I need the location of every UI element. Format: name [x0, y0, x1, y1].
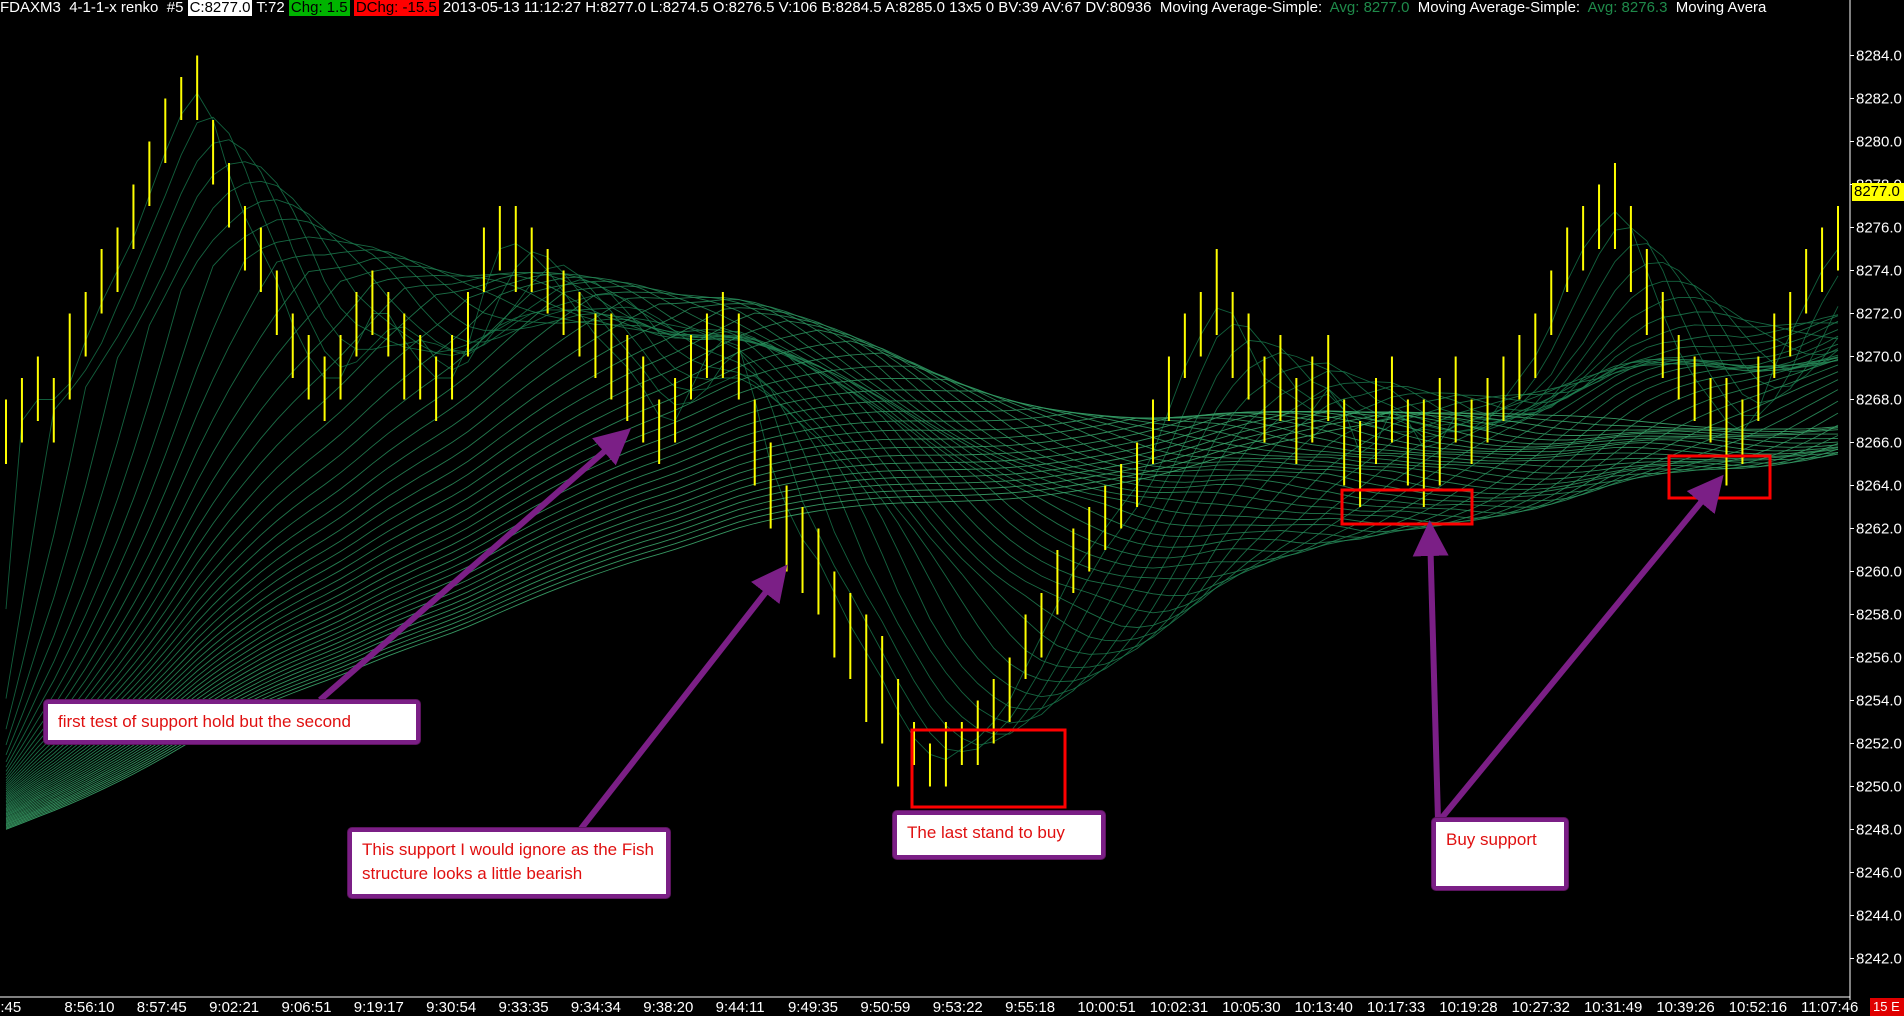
annotation-last-stand-text: The last stand to buy [907, 823, 1065, 842]
time-tick-label: 10:05:30 [1222, 999, 1280, 1016]
ohlc-readout: H:8277.0 L:8274.5 O:8276.5 V:106 B:8284.… [585, 0, 1152, 16]
price-tick-label: 8252.0 [1856, 736, 1902, 753]
datetime: 2013-05-13 11:12:27 [442, 0, 582, 16]
time-tick-label: 9:19:17 [354, 999, 404, 1016]
annotation-ignore-text: This support I would ignore as the Fish … [362, 840, 654, 883]
ma-line [5, 92, 1839, 761]
time-tick-label: 8:57:45 [137, 999, 187, 1016]
time-tick-label: 9:30:54 [426, 999, 476, 1016]
ma-line [5, 411, 1839, 828]
chart-settings: 4-1-1-x renko [69, 0, 159, 16]
symbol: FDAXM3 [0, 0, 61, 16]
annotation-arrows [318, 428, 1724, 832]
annotation-ignore[interactable]: This support I would ignore as the Fish … [348, 828, 670, 898]
time-tick-label: 10:13:40 [1295, 999, 1353, 1016]
price-tick-label: 8256.0 [1856, 650, 1902, 667]
annotation-buy-support[interactable]: Buy support [1432, 818, 1568, 890]
ma-line [5, 139, 1839, 746]
price-tick-label: 8274.0 [1856, 263, 1902, 280]
price-tick-label: 8268.0 [1856, 392, 1902, 409]
time-tick-label: 10:39:26 [1656, 999, 1714, 1016]
time-tick-label: 9:33:35 [499, 999, 549, 1016]
ma-line [5, 412, 1839, 830]
time-tick-label: 10:52:16 [1729, 999, 1787, 1016]
time-tick-label: 5:45 [0, 999, 21, 1016]
ma-line [5, 415, 1839, 818]
time-tick-label: 9:53:22 [933, 999, 983, 1016]
time-tick-label: 9:06:51 [281, 999, 331, 1016]
time-tick-label: 9:34:34 [571, 999, 621, 1016]
last-price-marker: 8277.0 [1852, 183, 1904, 201]
ma2-value: Avg: 8276.3 [1587, 0, 1668, 16]
price-tick-label: 8266.0 [1856, 435, 1902, 452]
time-tick-label: 9:49:35 [788, 999, 838, 1016]
price-tick-label: 8246.0 [1856, 865, 1902, 882]
dchg-box: DChg: -15.5 [353, 0, 439, 16]
price-tick-label: 8270.0 [1856, 349, 1902, 366]
price-tick-label: 8264.0 [1856, 478, 1902, 495]
price-tick-label: 8244.0 [1856, 908, 1902, 925]
time-tick-label: 11:07:46 [1801, 999, 1858, 1016]
price-tick-label: 8262.0 [1856, 521, 1902, 538]
price-tick-label: 8248.0 [1856, 822, 1902, 839]
ma3-label: Moving Avera [1675, 0, 1767, 16]
time-tick-label: 10:00:51 [1077, 999, 1135, 1016]
time-tick-label: 9:44:11 [716, 999, 765, 1016]
ma1-label: Moving Average-Simple: [1159, 0, 1323, 16]
close-box: C:8277.0 [187, 0, 253, 16]
price-tick-label: 8260.0 [1856, 564, 1902, 581]
time-tick-label: 10:31:49 [1584, 999, 1642, 1016]
price-tick-label: 8276.0 [1856, 220, 1902, 237]
arrow-ignore [577, 564, 788, 832]
chg-box: Chg: 1.5 [288, 0, 350, 16]
annotation-first-test[interactable]: first test of support hold but the secon… [44, 700, 420, 744]
time-tick-label: 10:17:33 [1367, 999, 1425, 1016]
time-axis: 5:45 8:56:10 8:57:45 9:02:21 9:06:51 9:19:17 9… [0, 999, 1858, 1016]
highlight-box-buy-2 [1667, 454, 1772, 500]
ma-line [5, 414, 1839, 820]
price-tick-label: 8284.0 [1856, 48, 1902, 65]
time-tick-label: 9:38:20 [643, 999, 693, 1016]
price-tick-label: 8254.0 [1856, 693, 1902, 710]
annotation-buy-support-text: Buy support [1446, 830, 1537, 849]
arrow-first-test [318, 428, 632, 703]
bar-index: #5 [166, 0, 184, 16]
arrow-buy-2 [1437, 474, 1724, 822]
ticks: T:72 [256, 0, 285, 16]
arrow-buy-1 [1412, 520, 1449, 821]
time-tick-label: 9:02:21 [209, 999, 259, 1016]
ma-line [5, 412, 1839, 821]
time-tick-label: 10:27:32 [1512, 999, 1570, 1016]
corner-badge: 15 E [1870, 998, 1904, 1016]
time-tick-label: 10:19:28 [1439, 999, 1497, 1016]
ma1-value: Avg: 8277.0 [1329, 0, 1410, 16]
price-tick-label: 8272.0 [1856, 306, 1902, 323]
time-tick-label: 9:50:59 [860, 999, 910, 1016]
ma2-label: Moving Average-Simple: [1417, 0, 1581, 16]
axes: 8284.08282.08280.08278.08276.08274.08272… [0, 0, 1902, 1016]
time-tick-label: 8:56:10 [64, 999, 114, 1016]
time-tick-label: 9:55:18 [1005, 999, 1055, 1016]
annotation-first-test-text: first test of support hold but the secon… [58, 712, 351, 731]
price-tick-label: 8282.0 [1856, 91, 1902, 108]
time-tick-label: 10:02:31 [1150, 999, 1208, 1016]
price-tick-label: 8250.0 [1856, 779, 1902, 796]
ma-line [5, 411, 1839, 829]
ma-line [5, 411, 1839, 822]
chart-header: FDAXM3 4-1-1-x renko #5 C:8277.0 T:72 Ch… [0, 0, 1850, 16]
price-tick-label: 8258.0 [1856, 607, 1902, 624]
price-tick-label: 8242.0 [1856, 951, 1902, 968]
annotation-last-stand[interactable]: The last stand to buy [893, 811, 1105, 859]
price-tick-label: 8280.0 [1856, 134, 1902, 151]
highlight-box-last-stand [910, 728, 1067, 809]
price-chart[interactable]: 8284.08282.08280.08278.08276.08274.08272… [0, 0, 1904, 1016]
